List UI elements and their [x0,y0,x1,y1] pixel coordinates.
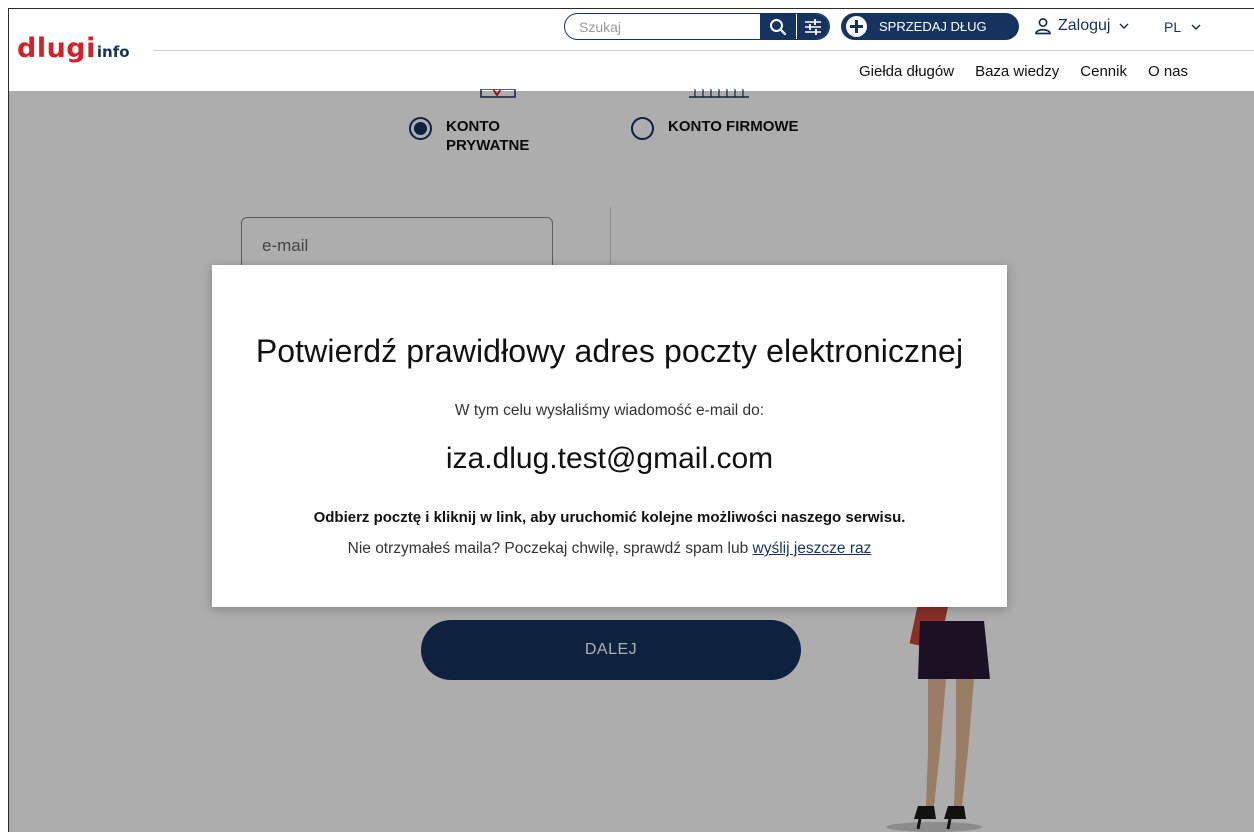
logo-main-text: dlugi [17,33,96,64]
modal-instruction: Odbierz pocztę i kliknij w link, aby uru… [313,509,906,526]
nav-item-pricing[interactable]: Cennik [1080,63,1127,80]
modal-subtitle: W tym celu wysłaliśmy wiadomość e-mail d… [454,402,765,419]
resend-email-link[interactable]: wyślij jeszcze raz [753,540,872,557]
sell-debt-button[interactable]: SPRZEDAJ DŁUG [841,13,1019,40]
main-nav: Giełda długów Baza wiedzy Cennik O nas [859,63,1209,80]
plus-icon [846,16,867,37]
language-label: PL [1164,19,1182,35]
chevron-down-icon [1191,24,1201,31]
logo-suffix-text: info [96,43,130,61]
nav-item-debt-exchange[interactable]: Giełda długów [859,63,954,80]
site-logo[interactable]: dlugi info [17,33,130,64]
nav-item-knowledge-base[interactable]: Baza wiedzy [975,63,1059,80]
user-icon [1035,18,1051,35]
modal-note: Nie otrzymałeś maila? Poczekaj chwilę, s… [347,540,872,557]
login-label: Zaloguj [1058,17,1111,34]
browser-viewport: dlugi info Szukaj SPRZEDAJ DŁUG Zaloguj … [8,8,1254,832]
login-menu[interactable]: Zaloguj [1034,17,1131,35]
search-icon [770,18,787,35]
filter-button[interactable] [796,14,829,39]
search-input[interactable] [565,14,760,39]
nav-item-about[interactable]: O nas [1148,63,1188,80]
modal-title: Potwierdź prawidłowy adres poczty elektr… [255,333,964,369]
search-button[interactable] [760,14,797,39]
filter-sliders-icon [805,18,822,35]
modal-email-address: iza.dlug.test@gmail.com [445,442,774,475]
sell-debt-label: SPRZEDAJ DŁUG [879,19,987,34]
chevron-down-icon [1119,23,1130,30]
header-divider [153,50,1254,51]
search-bar [564,13,830,40]
language-select[interactable]: PL [1164,19,1203,35]
email-confirmation-modal: Potwierdź prawidłowy adres poczty elektr… [212,265,1007,607]
